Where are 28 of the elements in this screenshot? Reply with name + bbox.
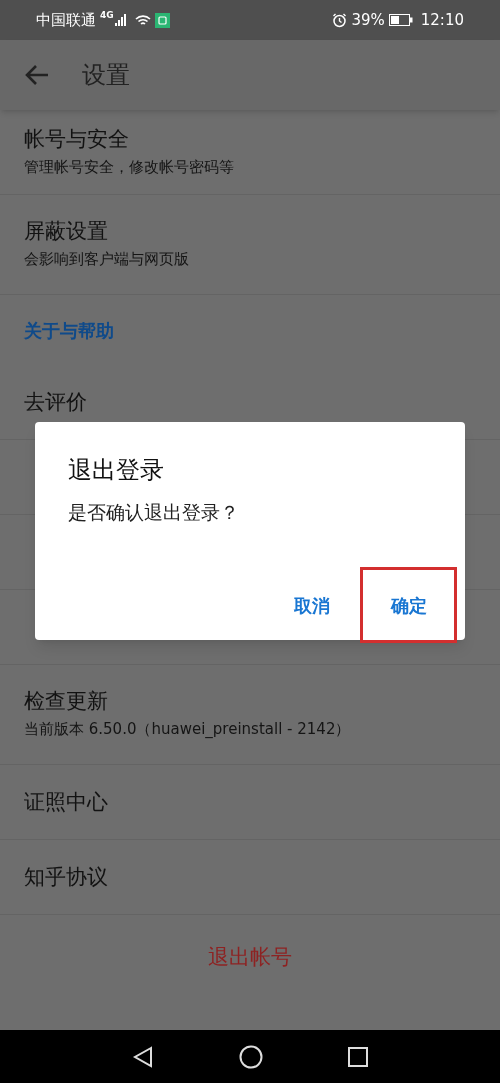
- back-icon[interactable]: [132, 1045, 155, 1068]
- dialog-title: 退出登录: [68, 455, 165, 486]
- back-arrow-icon[interactable]: [24, 63, 50, 87]
- network-label: 4G: [100, 9, 114, 22]
- battery-percent: 39%: [351, 9, 385, 31]
- item-title[interactable]: 帐号与安全: [24, 125, 476, 152]
- dialog-button[interactable]: 取消: [263, 567, 360, 643]
- home-icon[interactable]: [239, 1044, 263, 1069]
- item-subtitle: 会影响到客户端与网页版: [24, 249, 190, 271]
- app-notification-icon: [154, 12, 170, 28]
- item-subtitle: 管理帐号安全，修改帐号密码等: [24, 156, 235, 178]
- item-title[interactable]: 检查更新: [24, 688, 476, 715]
- item-title[interactable]: 去评价: [24, 388, 476, 416]
- signal-icon: [114, 14, 127, 26]
- clock: 12:10: [420, 9, 464, 31]
- battery-icon: [388, 14, 413, 26]
- page-title: 设置: [82, 60, 130, 91]
- alarm-icon: [332, 12, 348, 28]
- wifi-icon: [134, 13, 151, 27]
- item-title[interactable]: 证照中心: [24, 788, 476, 816]
- item-subtitle: 当前版本 6.50.0（huawei_preinstall - 2142）: [24, 719, 352, 741]
- dialog-message: 是否确认退出登录？: [68, 500, 240, 525]
- item-title[interactable]: 屏蔽设置: [24, 218, 476, 245]
- item-title[interactable]: 知乎协议: [24, 863, 476, 891]
- carrier-label: 中国联通: [36, 9, 96, 31]
- section-header: 关于与帮助: [24, 318, 114, 343]
- recent-apps-icon[interactable]: [347, 1046, 368, 1067]
- dialog-button[interactable]: 确定: [360, 567, 457, 643]
